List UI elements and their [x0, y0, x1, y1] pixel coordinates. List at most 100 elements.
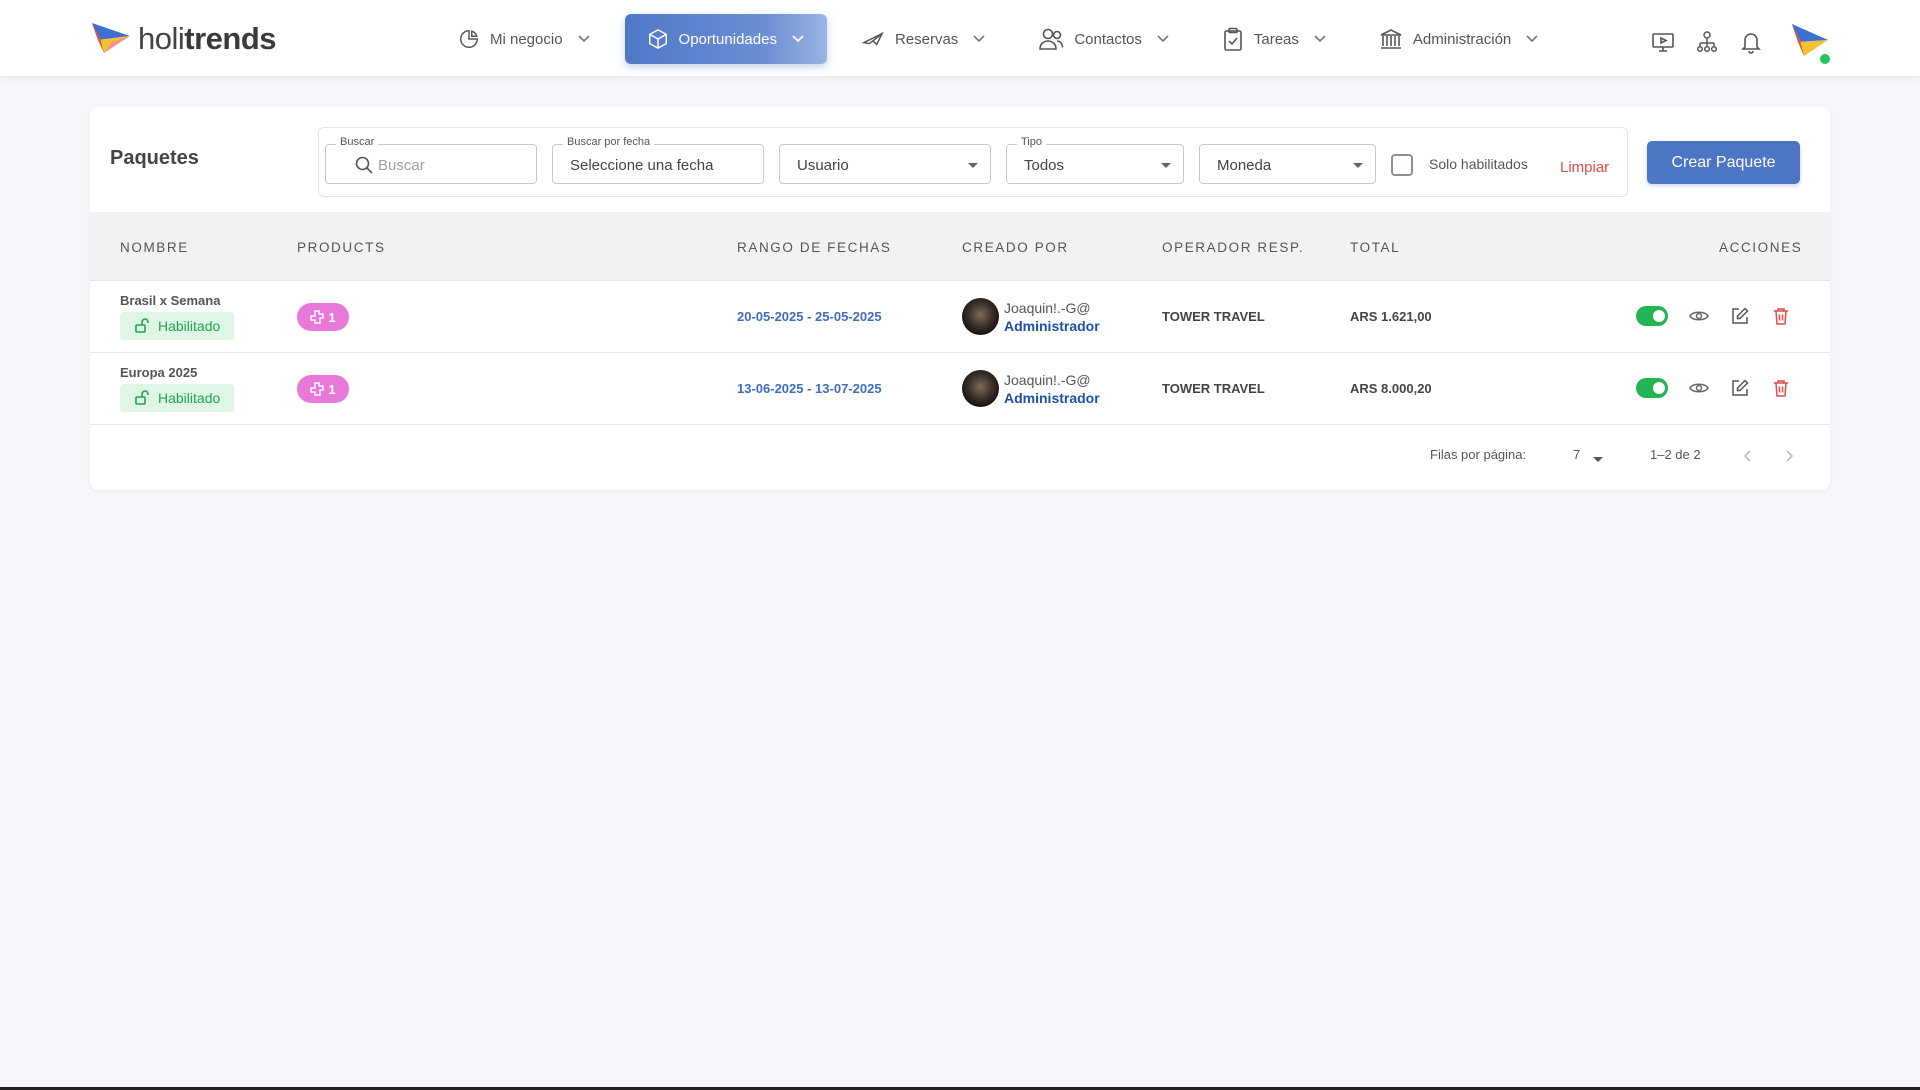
delete-button[interactable]: [1770, 377, 1792, 399]
holitrends-logo[interactable]: holitrends: [90, 20, 277, 56]
column-header-created-by: CREADO POR: [962, 240, 1069, 255]
nav-label-mi-negocio: Mi negocio: [490, 30, 563, 48]
nav-item-tareas[interactable]: Tareas: [1204, 14, 1345, 64]
status-badge-label: Habilitado: [158, 318, 221, 334]
search-icon: [355, 156, 373, 174]
status-badge-label: Habilitado: [158, 390, 221, 406]
edit-icon: [1732, 307, 1749, 324]
search-label: Buscar: [336, 136, 379, 148]
page-title: Paquetes: [110, 147, 199, 169]
operator-cell: TOWER TRAVEL: [1162, 309, 1265, 324]
nav-item-reservas[interactable]: Reservas: [843, 14, 1004, 64]
clear-filters-link[interactable]: Limpiar: [1560, 159, 1609, 176]
type-label: Tipo: [1017, 136, 1046, 148]
packages-card: Paquetes Buscar Buscar Buscar por fecha …: [90, 107, 1830, 490]
rows-per-page-label: Filas por página:: [1430, 447, 1527, 462]
delete-button[interactable]: [1770, 305, 1792, 327]
unlock-icon: [135, 390, 149, 405]
name-cell: Brasil x Semana Habilitado: [120, 293, 235, 340]
caret-down-icon[interactable]: [1593, 457, 1603, 462]
total-cell: ARS 1.621,00: [1350, 309, 1432, 324]
plane-icon: [861, 31, 884, 46]
total-cell: ARS 8.000,20: [1350, 381, 1432, 396]
only-enabled-checkbox[interactable]: [1391, 154, 1413, 176]
type-select[interactable]: Tipo Todos: [1006, 136, 1184, 184]
caret-down-icon: [968, 163, 978, 168]
package-name: Europa 2025: [120, 365, 198, 380]
caret-down-icon: [1161, 163, 1171, 168]
date-field[interactable]: Buscar por fecha Seleccione una fecha: [552, 136, 764, 184]
chevron-down-icon: [577, 35, 590, 43]
org-chart-button[interactable]: [1692, 24, 1722, 60]
eye-icon: [1689, 311, 1709, 321]
chevron-left-icon: [1743, 450, 1751, 462]
creator-name: Joaquin!.-G@: [1004, 371, 1091, 388]
name-cell: Europa 2025 Habilitado: [120, 365, 235, 412]
edit-icon: [1732, 379, 1749, 396]
column-header-dates: RANGO DE FECHAS: [737, 240, 892, 255]
prev-page-button[interactable]: [1737, 445, 1759, 467]
search-field[interactable]: Buscar Buscar: [325, 136, 537, 184]
logo-text-light: holi: [138, 20, 185, 56]
products-count: 1: [328, 381, 336, 397]
user-select[interactable]: Usuario: [779, 144, 991, 184]
creator-role: Administrador: [1004, 317, 1100, 334]
nav-label-contactos: Contactos: [1074, 30, 1142, 48]
view-button[interactable]: [1688, 377, 1710, 399]
products-cell: 1: [297, 303, 349, 331]
edit-button[interactable]: [1729, 305, 1751, 327]
column-header-actions: ACCIONES: [1719, 240, 1803, 255]
actions-cell: [1636, 377, 1811, 399]
products-pill[interactable]: 1: [297, 303, 349, 331]
bell-icon: [1741, 33, 1761, 54]
cube-icon: [648, 28, 667, 50]
create-package-button[interactable]: Crear Paquete: [1647, 141, 1800, 184]
creator-cell: Joaquin!.-G@ Administrador: [962, 298, 1100, 335]
enabled-toggle[interactable]: [1636, 378, 1668, 398]
monitor-play-button[interactable]: [1648, 24, 1678, 60]
products-pill[interactable]: 1: [297, 375, 349, 403]
caret-down-icon: [1353, 163, 1363, 168]
trash-icon: [1774, 380, 1788, 397]
column-header-products: PRODUCTS: [297, 240, 386, 255]
search-input[interactable]: Buscar: [378, 157, 425, 174]
top-navbar: holitrends Mi negocio Oportunidades Rese…: [0, 0, 1920, 76]
next-page-button[interactable]: [1778, 445, 1800, 467]
nav-label-tareas: Tareas: [1253, 30, 1299, 48]
logo-text-bold: trends: [184, 20, 277, 56]
users-icon: [1039, 28, 1064, 50]
chevron-down-icon: [1314, 35, 1326, 43]
date-input[interactable]: Seleccione una fecha: [570, 157, 713, 174]
operator-cell: TOWER TRAVEL: [1162, 381, 1265, 396]
view-button[interactable]: [1688, 305, 1710, 327]
status-badge: Habilitado: [120, 384, 235, 412]
puzzle-icon: [310, 382, 325, 396]
dates-cell: 13-06-2025 - 13-07-2025: [737, 381, 882, 396]
edit-button[interactable]: [1729, 377, 1751, 399]
nav-item-mi-negocio[interactable]: Mi negocio: [440, 14, 609, 64]
currency-select[interactable]: Moneda: [1199, 144, 1376, 184]
date-label: Buscar por fecha: [563, 136, 655, 148]
nav-label-oportunidades: Oportunidades: [678, 30, 777, 48]
column-header-name: NOMBRE: [120, 240, 189, 255]
monitor-play-icon: [1652, 33, 1674, 52]
nav-item-contactos[interactable]: Contactos: [1020, 14, 1188, 64]
org-chart-icon: [1696, 31, 1718, 53]
chevron-down-icon: [792, 35, 804, 43]
online-status-dot: [1818, 52, 1832, 66]
column-header-total: TOTAL: [1350, 240, 1401, 255]
only-enabled-label[interactable]: Solo habilitados: [1429, 156, 1528, 172]
user-select-value: Usuario: [797, 157, 849, 174]
rows-per-page-select[interactable]: 7: [1573, 447, 1580, 462]
logo-text: holitrends: [138, 20, 277, 56]
chevron-down-icon: [1526, 35, 1538, 43]
enabled-toggle[interactable]: [1636, 306, 1668, 326]
unlock-icon: [135, 318, 149, 333]
user-avatar[interactable]: [1788, 20, 1832, 66]
table-row[interactable]: Europa 2025 Habilitado 1 13-06-2025 - 13…: [90, 353, 1830, 425]
table-row[interactable]: Brasil x Semana Habilitado 1 20-05-2025 …: [90, 281, 1830, 353]
nav-label-administracion: Administración: [1412, 30, 1512, 48]
nav-item-administracion[interactable]: Administración: [1361, 14, 1557, 64]
nav-item-oportunidades[interactable]: Oportunidades: [624, 14, 827, 64]
notifications-button[interactable]: [1736, 24, 1766, 60]
